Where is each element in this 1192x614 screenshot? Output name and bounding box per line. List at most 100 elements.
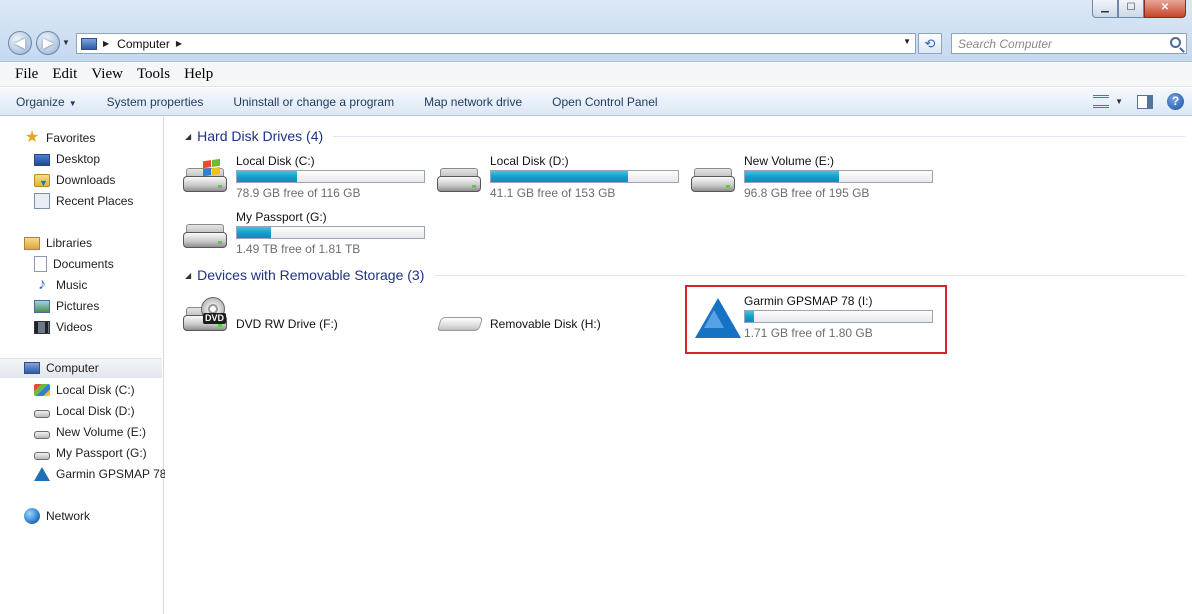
hard-drive-icon	[34, 430, 50, 439]
group-header-hard-disk-drives[interactable]: ◢ Hard Disk Drives (4)	[185, 128, 1185, 144]
view-options-dropdown-icon[interactable]: ▼	[1115, 97, 1123, 106]
organize-label: Organize	[16, 94, 65, 109]
arrow-right-icon: ▶	[43, 35, 53, 50]
arrow-left-icon: ◀	[15, 35, 25, 50]
sidebar-item-label: Pictures	[56, 299, 100, 313]
close-button[interactable]: ✕	[1144, 0, 1186, 18]
group-header-removable-storage[interactable]: ◢ Devices with Removable Storage (3)	[185, 267, 1185, 283]
sidebar-item-label: Network	[46, 509, 91, 523]
sidebar-item-label: New Volume (E:)	[56, 425, 147, 439]
change-view-icon[interactable]	[1093, 95, 1110, 108]
sidebar-item-downloads[interactable]: Downloads	[0, 170, 162, 190]
sidebar-item-label: Garmin GPSMAP 78	[56, 467, 167, 481]
windows-drive-icon	[183, 158, 227, 196]
recent-pages-dropdown[interactable]: ▼	[62, 38, 70, 47]
pictures-icon	[34, 299, 50, 313]
drive-usage-bar	[744, 170, 933, 183]
hard-drive-icon	[34, 409, 50, 418]
menu-view[interactable]: View	[84, 66, 130, 83]
sidebar-item-label: Downloads	[56, 173, 116, 187]
menu-tools[interactable]: Tools	[130, 66, 177, 83]
sidebar-item-label: Favorites	[46, 131, 96, 145]
star-icon: ★	[24, 129, 40, 146]
drive-tile-my-passport-g[interactable]: My Passport (G:) 1.49 TB free of 1.81 TB	[183, 210, 433, 262]
sidebar-item-local-disk-d[interactable]: Local Disk (D:)	[0, 401, 162, 421]
drive-usage-fill	[237, 171, 297, 182]
downloads-folder-icon	[34, 173, 50, 188]
sidebar-item-documents[interactable]: Documents	[0, 254, 162, 274]
group-divider	[434, 274, 1185, 276]
drive-free-space: 78.9 GB free of 116 GB	[236, 186, 361, 200]
uninstall-program-button[interactable]: Uninstall or change a program	[233, 95, 394, 109]
menu-help[interactable]: Help	[177, 66, 220, 83]
libraries-icon	[24, 236, 40, 250]
drive-tile-dvd-rw-f[interactable]: DVD DVD RW Drive (F:)	[183, 293, 433, 345]
address-dropdown-icon[interactable]: ▼	[903, 37, 911, 46]
system-properties-button[interactable]: System properties	[107, 95, 204, 109]
drive-tile-removable-h[interactable]: Removable Disk (H:)	[436, 293, 687, 345]
map-network-drive-button[interactable]: Map network drive	[424, 95, 522, 109]
drive-usage-bar	[490, 170, 679, 183]
refresh-button[interactable]: ⟲	[918, 33, 942, 54]
breadcrumb-chevron-icon[interactable]: ▶	[103, 39, 109, 48]
breadcrumb-chevron-icon[interactable]: ▶	[176, 39, 182, 48]
sidebar-item-recent-places[interactable]: Recent Places	[0, 191, 162, 211]
drive-tile-local-disk-c[interactable]: Local Disk (C:) 78.9 GB free of 116 GB	[183, 154, 433, 206]
sidebar-item-favorites[interactable]: ★ Favorites	[0, 128, 162, 148]
address-bar[interactable]: ▶ Computer ▶ ▼	[76, 33, 916, 54]
sidebar-item-desktop[interactable]: Desktop	[0, 149, 162, 169]
drive-usage-fill	[491, 171, 628, 182]
organize-button[interactable]: Organize ▼	[16, 95, 77, 109]
sidebar-item-label: Local Disk (C:)	[56, 383, 135, 397]
sidebar-item-pictures[interactable]: Pictures	[0, 296, 162, 316]
view-controls: ▼ ?	[1093, 93, 1184, 110]
sidebar-item-computer[interactable]: Computer	[0, 358, 162, 378]
search-input[interactable]: Search Computer	[958, 37, 1052, 51]
sidebar-item-music[interactable]: ♪ Music	[0, 275, 162, 295]
menu-bar: File Edit View Tools Help	[0, 63, 1192, 87]
forward-button[interactable]: ▶	[36, 31, 60, 55]
sidebar-item-new-volume-e[interactable]: New Volume (E:)	[0, 422, 162, 442]
back-button[interactable]: ◀	[8, 31, 32, 55]
drive-name: My Passport (G:)	[236, 210, 327, 224]
help-icon[interactable]: ?	[1167, 93, 1184, 110]
drive-free-space: 41.1 GB free of 153 GB	[490, 186, 616, 200]
drive-name: DVD RW Drive (F:)	[236, 317, 338, 331]
computer-icon	[24, 362, 40, 374]
open-control-panel-button[interactable]: Open Control Panel	[552, 95, 657, 109]
drive-usage-fill	[237, 227, 271, 238]
recent-places-icon	[34, 193, 50, 209]
film-strip-icon	[34, 320, 50, 334]
group-title: Hard Disk Drives (4)	[197, 128, 324, 144]
search-icon[interactable]	[1170, 37, 1181, 48]
sidebar-item-libraries[interactable]: Libraries	[0, 233, 162, 253]
sidebar-item-label: Desktop	[56, 152, 101, 166]
sidebar-item-videos[interactable]: Videos	[0, 317, 162, 337]
hard-drive-icon	[691, 166, 735, 196]
sidebar-item-network[interactable]: Network	[0, 506, 162, 526]
sidebar-item-local-disk-c[interactable]: Local Disk (C:)	[0, 380, 162, 400]
window-controls: ▁ ☐ ✕	[1092, 0, 1186, 18]
sidebar-item-my-passport-g[interactable]: My Passport (G:)	[0, 443, 162, 463]
maximize-button[interactable]: ☐	[1118, 0, 1144, 18]
minimize-button[interactable]: ▁	[1092, 0, 1118, 18]
breadcrumb-computer[interactable]: Computer	[117, 37, 170, 51]
menu-file[interactable]: File	[8, 66, 45, 83]
title-bar: ▁ ☐ ✕ ◀ ▶ ▼ ▶ Computer ▶ ▼ ⟲ Search Comp…	[0, 0, 1192, 62]
preview-pane-icon[interactable]	[1137, 94, 1153, 109]
hard-drive-icon	[437, 166, 481, 196]
network-globe-icon	[24, 508, 40, 524]
highlight-box	[685, 285, 947, 354]
computer-icon	[81, 37, 97, 50]
search-box[interactable]: Search Computer	[951, 33, 1187, 54]
sidebar-item-label: Recent Places	[56, 194, 134, 208]
drive-tile-new-volume-e[interactable]: New Volume (E:) 96.8 GB free of 195 GB	[691, 154, 941, 206]
menu-edit[interactable]: Edit	[45, 66, 84, 83]
collapse-arrow-icon[interactable]: ◢	[185, 132, 191, 141]
garmin-triangle-icon	[34, 467, 50, 481]
collapse-arrow-icon[interactable]: ◢	[185, 271, 191, 280]
sidebar-item-garmin[interactable]: Garmin GPSMAP 78	[0, 464, 166, 484]
refresh-icon: ⟲	[924, 36, 936, 51]
drive-name: New Volume (E:)	[744, 154, 835, 168]
drive-tile-local-disk-d[interactable]: Local Disk (D:) 41.1 GB free of 153 GB	[437, 154, 687, 206]
